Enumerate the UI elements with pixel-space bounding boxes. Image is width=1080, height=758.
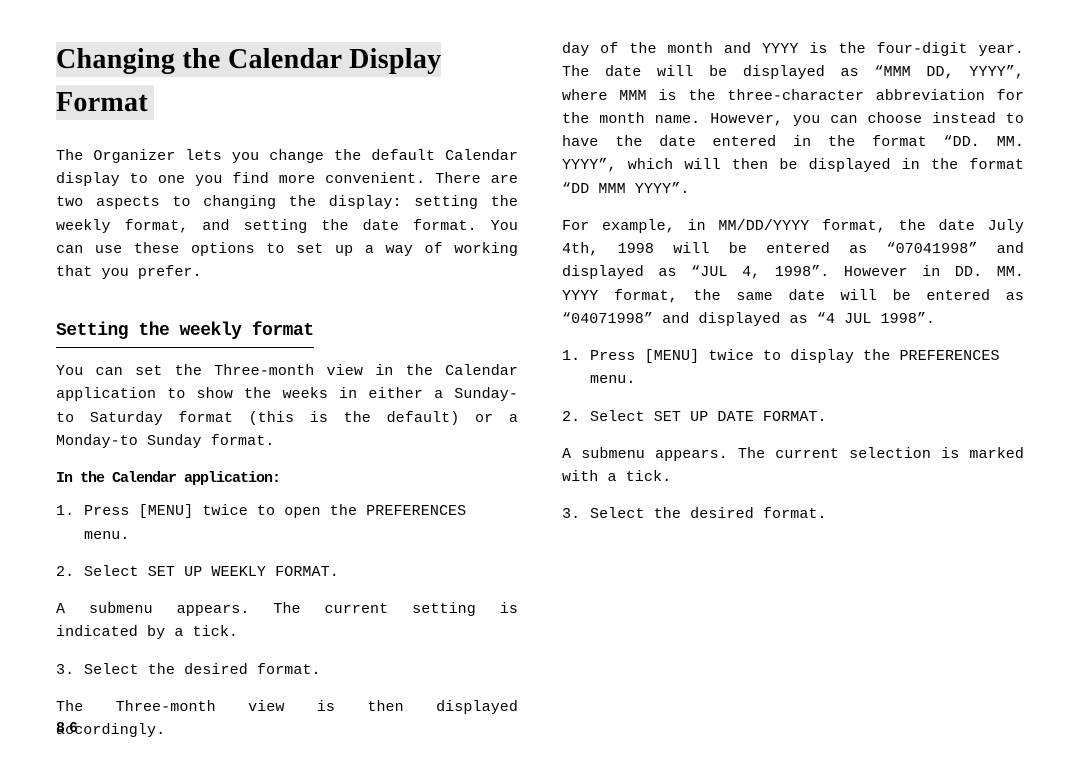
step-number: 2. (56, 561, 84, 584)
left-column: Changing the Calendar Display Format The… (56, 38, 518, 688)
step-number: 1. (56, 500, 84, 547)
step-text: Press [MENU] twice to display the PREFER… (590, 345, 1024, 392)
step-item: 3. Select the desired format. (56, 659, 518, 682)
page-title-text: Changing the Calendar Display Format (56, 42, 441, 120)
date-step3: 3. Select the desired format. (562, 503, 1024, 526)
step-number: 1. (562, 345, 590, 392)
step-text: Select SET UP WEEKLY FORMAT. (84, 561, 518, 584)
step-number: 3. (562, 503, 590, 526)
weekly-paragraph: You can set the Three-month view in the … (56, 360, 518, 453)
weekly-closing: The Three-month view is then displayed a… (56, 696, 518, 743)
right-column: day of the month and YYYY is the four-di… (562, 38, 1024, 688)
step-number: 3. (56, 659, 84, 682)
step-text: Select the desired format. (84, 659, 518, 682)
date-paragraph-right-continuation: day of the month and YYYY is the four-di… (562, 38, 1024, 201)
page-number: 86 (56, 717, 82, 740)
document-page: Changing the Calendar Display Format The… (0, 0, 1080, 758)
weekly-steps: 1. Press [MENU] twice to open the PREFER… (56, 500, 518, 584)
weekly-submenu-note: A submenu appears. The current setting i… (56, 598, 518, 645)
date-steps: 1. Press [MENU] twice to display the PRE… (562, 345, 1024, 429)
step-number: 2. (562, 406, 590, 429)
step-item: 2. Select SET UP WEEKLY FORMAT. (56, 561, 518, 584)
weekly-step3: 3. Select the desired format. (56, 659, 518, 682)
weekly-subhead: In the Calendar application: (56, 467, 518, 490)
step-text: Select the desired format. (590, 503, 1024, 526)
step-text: Press [MENU] twice to open the PREFERENC… (84, 500, 518, 547)
date-submenu-note: A submenu appears. The current selection… (562, 443, 1024, 490)
intro-paragraph: The Organizer lets you change the defaul… (56, 145, 518, 285)
weekly-heading: Setting the weekly format (56, 318, 314, 348)
step-item: 1. Press [MENU] twice to open the PREFER… (56, 500, 518, 547)
step-item: 2. Select SET UP DATE FORMAT. (562, 406, 1024, 429)
step-item: 1. Press [MENU] twice to display the PRE… (562, 345, 1024, 392)
two-column-layout: Changing the Calendar Display Format The… (56, 38, 1024, 688)
step-item: 3. Select the desired format. (562, 503, 1024, 526)
page-title: Changing the Calendar Display Format (56, 38, 518, 125)
date-example-paragraph: For example, in MM/DD/YYYY format, the d… (562, 215, 1024, 331)
step-text: Select SET UP DATE FORMAT. (590, 406, 1024, 429)
